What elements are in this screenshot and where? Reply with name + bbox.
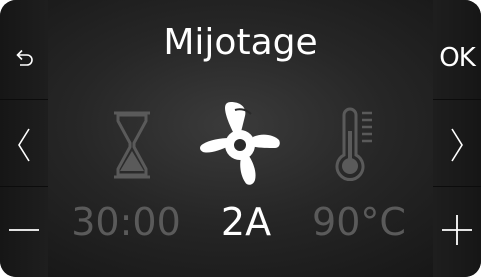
speed-param[interactable] <box>190 100 290 190</box>
plus-button[interactable] <box>433 186 481 274</box>
chevron-right-icon <box>451 128 463 162</box>
undo-arrow-icon <box>16 49 33 66</box>
program-title: Mijotage <box>163 22 318 63</box>
appliance-display: OK Mijotage 30:00 2A 90°C <box>0 0 481 277</box>
chevron-left-icon <box>18 128 30 162</box>
ok-button[interactable]: OK <box>433 14 481 102</box>
temperature-param[interactable] <box>306 100 406 190</box>
thermometer-icon <box>335 107 372 182</box>
previous-button[interactable] <box>0 101 48 189</box>
next-button[interactable] <box>433 101 481 189</box>
temperature-value[interactable]: 90°C <box>294 200 424 244</box>
timer-param[interactable] <box>82 100 182 190</box>
hourglass-icon <box>114 111 150 179</box>
minus-button[interactable] <box>0 186 48 274</box>
back-button[interactable] <box>0 14 48 102</box>
timer-value[interactable]: 30:00 <box>61 200 191 244</box>
plus-icon <box>442 215 472 245</box>
minus-icon <box>9 229 39 231</box>
ok-label: OK <box>439 43 476 73</box>
speed-value[interactable]: 2A <box>181 200 311 244</box>
blade-icon <box>200 102 280 185</box>
